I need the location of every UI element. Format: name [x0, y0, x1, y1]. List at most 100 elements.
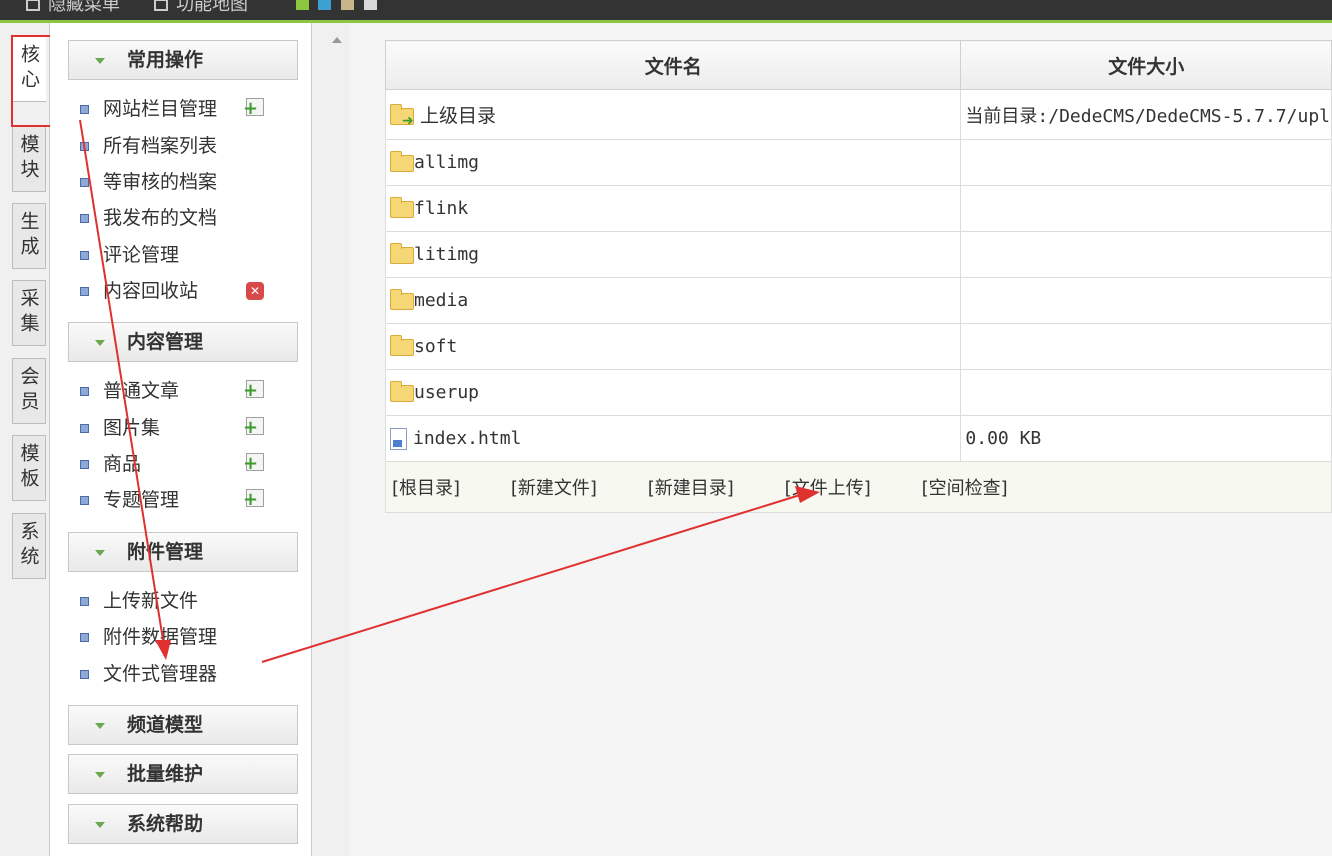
bullet-icon	[80, 142, 89, 151]
add-icon[interactable]	[243, 98, 264, 116]
tab-system[interactable]: 系统	[12, 513, 46, 579]
folder-icon	[390, 150, 414, 172]
theme-green-swatch[interactable]	[296, 0, 309, 10]
menu-item-attachment-data[interactable]: 附件数据管理	[80, 622, 217, 652]
bullet-icon	[80, 597, 89, 606]
bullet-icon	[80, 214, 89, 223]
file-cell[interactable]: index.html	[384, 415, 962, 462]
file-size-cell: 0.00 KB	[960, 415, 1332, 462]
folder-cell[interactable]: soft	[384, 323, 962, 370]
theme-gray-swatch[interactable]	[364, 0, 377, 10]
folder-cell[interactable]: litimg	[384, 231, 962, 278]
bullet-icon	[80, 633, 89, 642]
html-file-icon	[390, 427, 407, 450]
folder-icon	[390, 196, 414, 218]
add-icon[interactable]	[243, 417, 264, 435]
caret-down-icon	[95, 723, 105, 729]
root-dir-link[interactable]: [根目录]	[392, 478, 460, 499]
caret-down-icon	[95, 58, 105, 64]
bullet-icon	[80, 460, 89, 469]
frame-scrollbar[interactable]	[312, 23, 350, 856]
table-row: index.html 0.00 KB	[384, 415, 1332, 462]
caret-down-icon	[95, 772, 105, 778]
folder-cell[interactable]: flink	[384, 185, 962, 232]
folder-cell[interactable]: userup	[384, 369, 962, 416]
space-check-link[interactable]: [空间检查]	[922, 478, 1008, 499]
section-common-ops[interactable]: 常用操作	[68, 40, 298, 80]
menu-item-articles[interactable]: 普通文章	[80, 376, 179, 406]
menu-item-pending[interactable]: 等审核的档案	[80, 167, 217, 197]
menu-item-all-archives[interactable]: 所有档案列表	[80, 131, 217, 161]
section-batch-maintain[interactable]: 批量维护	[68, 754, 298, 794]
site-map-button[interactable]: 功能地图	[154, 0, 248, 16]
new-file-link[interactable]: [新建文件]	[511, 478, 597, 499]
tab-generate[interactable]: 生成	[12, 203, 46, 269]
add-icon[interactable]	[243, 453, 264, 471]
column-header-filesize: 文件大小	[960, 40, 1332, 90]
annotation-highlight-box	[11, 35, 52, 127]
caret-down-icon	[95, 822, 105, 828]
menu-item-products[interactable]: 商品	[80, 449, 141, 479]
table-row: userup	[384, 369, 1332, 416]
scroll-up-icon[interactable]	[332, 37, 342, 43]
table-row: media	[384, 277, 1332, 324]
folder-link[interactable]: userup	[414, 382, 479, 403]
new-dir-link[interactable]: [新建目录]	[648, 478, 734, 499]
panel-icon	[26, 0, 40, 11]
menu-item-my-docs[interactable]: 我发布的文档	[80, 203, 217, 233]
file-link[interactable]: index.html	[413, 428, 521, 449]
tab-collect[interactable]: 采集	[12, 280, 46, 346]
add-icon[interactable]	[243, 489, 264, 507]
size-cell	[960, 139, 1332, 186]
file-table: 文件名 文件大小 ➜ 上级目录 当前目录:/DedeCMS/DedeCMS-5.…	[384, 40, 1332, 513]
folder-link[interactable]: litimg	[414, 244, 479, 265]
folder-link[interactable]: allimg	[414, 152, 479, 173]
column-header-filename: 文件名	[384, 40, 962, 90]
upload-file-link[interactable]: [文件上传]	[785, 478, 871, 499]
add-icon[interactable]	[243, 380, 264, 398]
size-cell	[960, 277, 1332, 324]
table-row: soft	[384, 323, 1332, 370]
folder-icon	[390, 380, 414, 402]
table-row: flink	[384, 185, 1332, 232]
parent-dir-cell[interactable]: ➜ 上级目录	[384, 89, 962, 140]
menu-item-topics[interactable]: 专题管理	[80, 485, 179, 515]
section-content-manage[interactable]: 内容管理	[68, 322, 298, 362]
delete-icon[interactable]: ✕	[246, 282, 264, 300]
folder-icon	[390, 242, 414, 264]
bullet-icon	[80, 251, 89, 260]
side-menu: 常用操作 网站栏目管理 所有档案列表 等审核的档案 我发布的文档 评论管理 内容…	[50, 23, 312, 856]
top-bar: 隐藏菜单 功能地图	[0, 0, 1332, 23]
tab-templates[interactable]: 模板	[12, 435, 46, 501]
tab-modules[interactable]: 模块	[12, 126, 46, 192]
menu-item-recycle[interactable]: 内容回收站	[80, 276, 198, 306]
section-attachments[interactable]: 附件管理	[68, 532, 298, 572]
menu-item-comments[interactable]: 评论管理	[80, 240, 179, 270]
grid-icon	[154, 0, 168, 11]
theme-blue-swatch[interactable]	[318, 0, 331, 10]
size-cell	[960, 323, 1332, 370]
menu-item-file-manager[interactable]: 文件式管理器	[80, 659, 217, 689]
tab-members[interactable]: 会员	[12, 358, 46, 424]
folder-cell[interactable]: allimg	[384, 139, 962, 186]
theme-tan-swatch[interactable]	[341, 0, 354, 10]
folder-link[interactable]: flink	[414, 198, 468, 219]
menu-item-channel-manage[interactable]: 网站栏目管理	[80, 94, 217, 124]
bullet-icon	[80, 287, 89, 296]
size-cell	[960, 369, 1332, 416]
section-channel-models[interactable]: 频道模型	[68, 705, 298, 745]
action-toolbar: [根目录] [新建文件] [新建目录] [文件上传] [空间检查]	[385, 461, 1332, 513]
bullet-icon	[80, 496, 89, 505]
size-cell	[960, 231, 1332, 278]
section-system-help[interactable]: 系统帮助	[68, 804, 298, 844]
parent-dir-link[interactable]: 上级目录	[420, 105, 496, 127]
table-row-parent: ➜ 上级目录 当前目录:/DedeCMS/DedeCMS-5.7.7/upl	[384, 89, 1332, 140]
menu-item-upload-file[interactable]: 上传新文件	[80, 586, 198, 616]
menu-item-albums[interactable]: 图片集	[80, 413, 160, 443]
hide-menu-button[interactable]: 隐藏菜单	[26, 0, 120, 16]
folder-link[interactable]: media	[414, 290, 468, 311]
folder-icon	[390, 334, 414, 356]
folder-cell[interactable]: media	[384, 277, 962, 324]
bullet-icon	[80, 424, 89, 433]
folder-link[interactable]: soft	[414, 336, 457, 357]
